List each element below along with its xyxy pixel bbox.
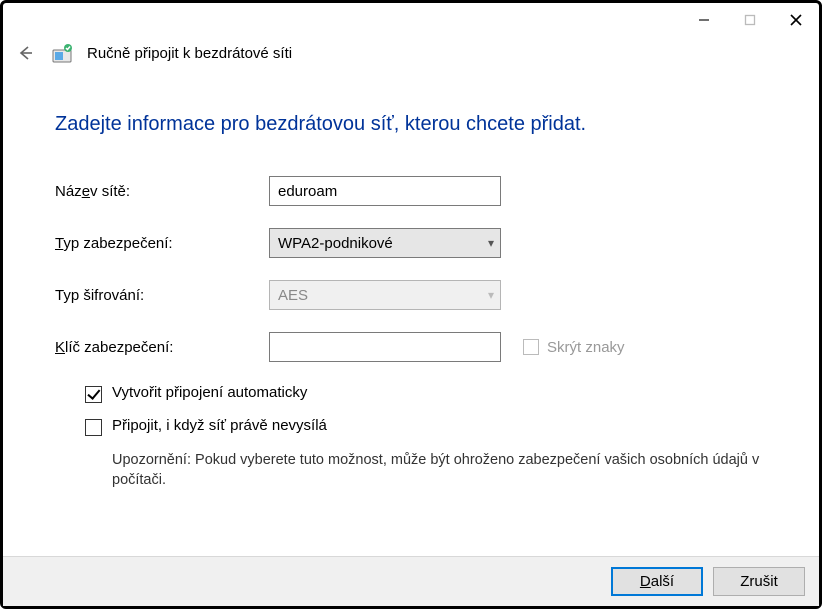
chevron-down-icon: ▾ <box>488 288 494 302</box>
header: Ručně připojit k bezdrátové síti <box>3 37 819 65</box>
titlebar <box>3 3 819 37</box>
label-network-name: Název sítě: <box>55 183 269 200</box>
close-button[interactable] <box>773 5 819 35</box>
page-heading: Zadejte informace pro bezdrátovou síť, k… <box>55 113 779 136</box>
row-encryption-type: Typ šifrování: AES ▾ <box>55 280 779 310</box>
hide-characters-checkbox: Skrýt znaky <box>523 339 625 356</box>
row-security-type: Typ zabezpečení: WPA2-podnikové ▾ <box>55 228 779 258</box>
row-network-name: Název sítě: <box>55 176 779 206</box>
content-area: Zadejte informace pro bezdrátovou síť, k… <box>55 113 779 491</box>
minimize-button[interactable] <box>681 5 727 35</box>
checkbox-icon <box>85 419 102 436</box>
next-button[interactable]: Další <box>611 567 703 596</box>
cancel-button[interactable]: Zrušit <box>713 567 805 596</box>
back-button[interactable] <box>13 41 37 65</box>
label-security-key: Klíč zabezpečení: <box>55 339 269 356</box>
warning-text: Upozornění: Pokud vyberete tuto možnost,… <box>112 450 772 491</box>
row-security-key: Klíč zabezpečení: Skrýt znaky <box>55 332 779 362</box>
network-name-input[interactable] <box>269 176 501 206</box>
window-title: Ručně připojit k bezdrátové síti <box>87 45 292 62</box>
connect-hidden-checkbox[interactable]: Připojit, i když síť právě nevysílá <box>85 417 779 436</box>
label-security-type: Typ zabezpečení: <box>55 235 269 252</box>
maximize-button[interactable] <box>727 5 773 35</box>
auto-connect-checkbox[interactable]: Vytvořit připojení automaticky <box>85 384 779 403</box>
checkbox-checked-icon <box>85 386 102 403</box>
checkbox-icon <box>523 339 539 355</box>
wizard-icon <box>51 42 73 64</box>
chevron-down-icon: ▾ <box>488 236 494 250</box>
footer-bar: Další Zrušit <box>3 556 819 606</box>
encryption-type-select: AES ▾ <box>269 280 501 310</box>
security-key-input[interactable] <box>269 332 501 362</box>
security-type-select[interactable]: WPA2-podnikové ▾ <box>269 228 501 258</box>
checkbox-block: Vytvořit připojení automaticky Připojit,… <box>85 384 779 491</box>
label-encryption-type: Typ šifrování: <box>55 287 269 304</box>
